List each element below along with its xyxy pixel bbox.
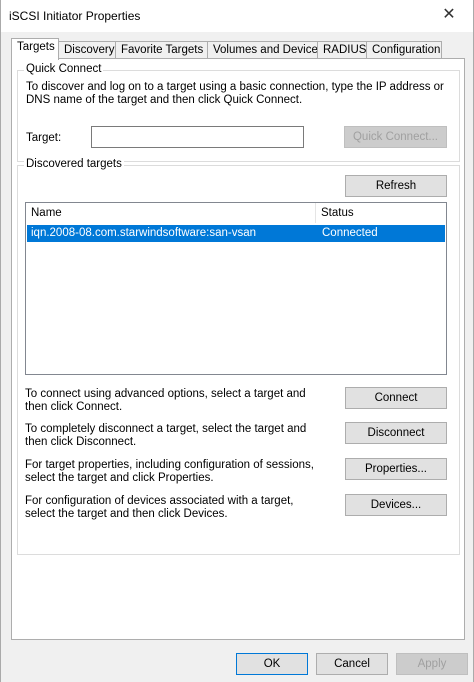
target-status-cell: Connected <box>322 227 378 239</box>
tab-favorite-targets[interactable]: Favorite Targets <box>115 41 208 59</box>
quick-connect-label: Quick Connect <box>24 63 104 75</box>
properties-description: For target properties, including configu… <box>25 459 314 484</box>
tab-targets[interactable]: Targets <box>11 38 59 60</box>
quick-connect-description: To discover and log on to a target using… <box>26 81 444 106</box>
targets-list[interactable]: Name Status iqn.2008-08.com.starwindsoft… <box>25 202 447 375</box>
target-input[interactable] <box>91 126 304 148</box>
connect-button[interactable]: Connect <box>345 387 447 409</box>
tab-strip: Targets Discovery Favorite Targets Volum… <box>11 38 465 60</box>
window-title: iSCSI Initiator Properties <box>9 9 141 23</box>
discovered-targets-group: Discovered targets Refresh Name Status i… <box>17 158 460 555</box>
properties-button[interactable]: Properties... <box>345 458 447 480</box>
connect-description: To connect using advanced options, selec… <box>25 388 306 413</box>
discovered-targets-label: Discovered targets <box>24 158 124 170</box>
disconnect-button[interactable]: Disconnect <box>345 422 447 444</box>
quick-connect-button[interactable]: Quick Connect... <box>344 126 447 148</box>
disconnect-description: To completely disconnect a target, selec… <box>25 423 307 448</box>
tab-radius[interactable]: RADIUS <box>317 41 367 59</box>
column-header-name[interactable]: Name <box>26 203 316 223</box>
tab-configuration[interactable]: Configuration <box>366 41 442 59</box>
table-row[interactable]: iqn.2008-08.com.starwindsoftware:san-vsa… <box>27 225 445 242</box>
dialog-window: iSCSI Initiator Properties ✕ Targets Dis… <box>0 0 474 682</box>
tab-discovery[interactable]: Discovery <box>58 41 116 59</box>
title-bar: iSCSI Initiator Properties ✕ <box>1 0 473 32</box>
target-name-cell: iqn.2008-08.com.starwindsoftware:san-vsa… <box>31 227 257 239</box>
targets-panel: Quick Connect To discover and log on to … <box>11 58 465 640</box>
devices-description: For configuration of devices associated … <box>25 495 294 520</box>
target-label: Target: <box>26 132 62 144</box>
refresh-button[interactable]: Refresh <box>345 175 447 197</box>
close-icon[interactable]: ✕ <box>439 4 459 26</box>
dialog-footer: OK Cancel Apply <box>1 642 473 682</box>
devices-button[interactable]: Devices... <box>345 494 447 516</box>
tab-volumes-and-devices[interactable]: Volumes and Devices <box>207 41 324 59</box>
cancel-button[interactable]: Cancel <box>316 653 388 675</box>
column-header-status[interactable]: Status <box>316 203 446 223</box>
ok-button[interactable]: OK <box>236 653 308 675</box>
quick-connect-group: Quick Connect To discover and log on to … <box>17 63 460 162</box>
apply-button[interactable]: Apply <box>396 653 468 675</box>
